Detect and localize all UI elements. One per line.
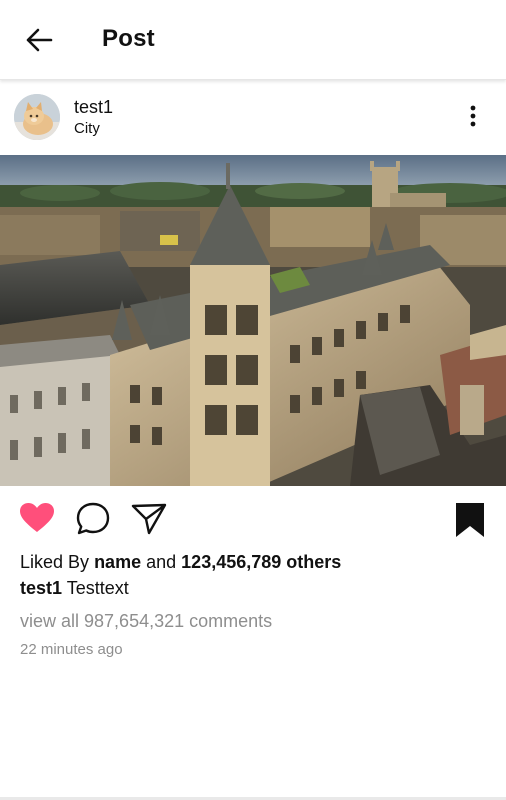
likes-others[interactable]: 123,456,789 others <box>181 552 341 572</box>
send-icon <box>131 503 167 535</box>
likes-summary: Liked By name and 123,456,789 others <box>20 552 341 573</box>
more-options-button[interactable] <box>464 104 482 128</box>
cat-avatar-image <box>14 94 60 140</box>
likes-prefix: Liked By <box>20 552 90 572</box>
post-image[interactable] <box>0 155 506 486</box>
post-timestamp: 22 minutes ago <box>20 641 123 658</box>
comment-icon <box>76 502 110 535</box>
caption-username[interactable]: test1 <box>20 578 62 598</box>
view-comments-link[interactable]: view all 987,654,321 comments <box>20 611 272 632</box>
city-photo <box>0 155 506 486</box>
post-location[interactable]: City <box>74 120 100 137</box>
post-header: test1 City <box>0 90 506 150</box>
avatar[interactable] <box>14 94 60 140</box>
post-actions <box>0 500 506 540</box>
arrow-left-icon <box>26 28 53 52</box>
comment-button[interactable] <box>74 500 112 536</box>
post-caption: test1 Testtext <box>20 578 129 599</box>
share-button[interactable] <box>130 500 168 536</box>
save-button[interactable] <box>452 500 488 540</box>
back-button[interactable] <box>24 26 54 54</box>
caption-text: Testtext <box>66 578 129 598</box>
bookmark-icon <box>456 503 484 537</box>
likes-name[interactable]: name <box>94 552 141 572</box>
heart-icon <box>20 503 54 532</box>
likes-connector: and <box>146 552 177 572</box>
like-button[interactable] <box>18 500 56 536</box>
app-header: Post <box>0 0 506 80</box>
post-username[interactable]: test1 <box>74 97 113 118</box>
more-vertical-icon <box>470 105 476 127</box>
page-title: Post <box>102 25 155 52</box>
